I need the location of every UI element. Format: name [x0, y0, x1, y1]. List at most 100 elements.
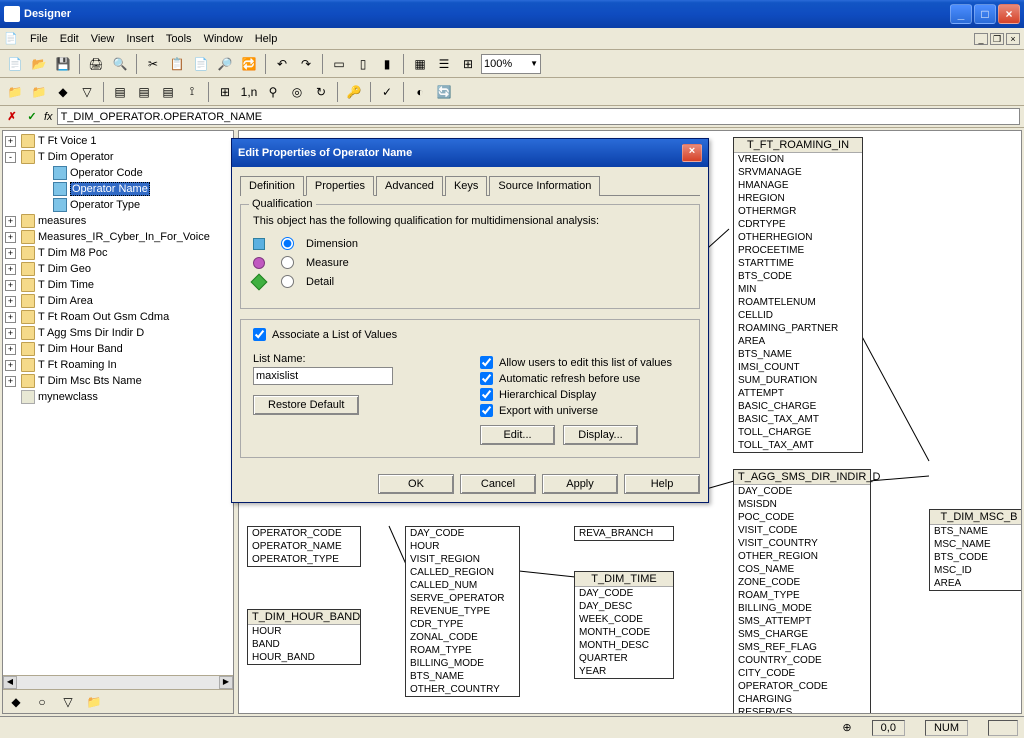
table-column[interactable]: REVENUE_TYPE: [406, 605, 519, 618]
table-column[interactable]: MSISDN: [734, 498, 870, 511]
replace-button[interactable]: 🔁: [238, 53, 260, 75]
table-column[interactable]: VISIT_REGION: [406, 553, 519, 566]
table-roaming-in[interactable]: T_FT_ROAMING_IN VREGIONSRVMANAGEHMANAGEH…: [733, 137, 863, 453]
filter-conditions-icon[interactable]: ▽: [57, 691, 79, 713]
tab-definition[interactable]: Definition: [240, 176, 304, 196]
table-column[interactable]: ZONE_CODE: [734, 576, 870, 589]
tree-expand-icon[interactable]: +: [5, 248, 16, 259]
tree-item[interactable]: +T Ft Roaming In: [5, 357, 231, 373]
tree-item[interactable]: +T Dim Geo: [5, 261, 231, 277]
print-preview-button[interactable]: 🔍: [109, 53, 131, 75]
filter-objects-icon[interactable]: ○: [31, 691, 53, 713]
window-maximize-button[interactable]: □: [974, 4, 996, 24]
tree-expand-icon[interactable]: +: [5, 216, 16, 227]
table-column[interactable]: TOLL_CHARGE: [734, 426, 862, 439]
table-column[interactable]: QUARTER: [575, 652, 673, 665]
table-column[interactable]: TOLL_TAX_AMT: [734, 439, 862, 452]
table-operator[interactable]: OPERATOR_CODEOPERATOR_NAMEOPERATOR_TYPE: [247, 526, 361, 567]
menu-window[interactable]: Window: [198, 31, 249, 47]
insert-derived-button[interactable]: ▤: [133, 81, 155, 103]
table-column[interactable]: HOUR: [406, 540, 519, 553]
menu-help[interactable]: Help: [249, 31, 284, 47]
table-column[interactable]: CDRTYPE: [734, 218, 862, 231]
table-column[interactable]: DAY_CODE: [406, 527, 519, 540]
arrange-button[interactable]: ⊞: [214, 81, 236, 103]
tree-expand-icon[interactable]: +: [5, 264, 16, 275]
mdi-minimize[interactable]: _: [974, 33, 988, 45]
table-column[interactable]: ATTEMPT: [734, 387, 862, 400]
insert-table-button[interactable]: ▤: [109, 81, 131, 103]
table-voice-cols[interactable]: DAY_CODEHOURVISIT_REGIONCALLED_REGIONCAL…: [405, 526, 520, 697]
paste-button[interactable]: 📄: [190, 53, 212, 75]
table-column[interactable]: SRVMANAGE: [734, 166, 862, 179]
formula-input[interactable]: [57, 108, 1020, 125]
menu-file[interactable]: File: [24, 31, 54, 47]
menu-insert[interactable]: Insert: [120, 31, 160, 47]
restore-default-button[interactable]: Restore Default: [253, 395, 359, 415]
detect-contexts-button[interactable]: ◎: [286, 81, 308, 103]
checkbox-associate-lov[interactable]: [253, 328, 266, 341]
table-column[interactable]: MONTH_CODE: [575, 626, 673, 639]
tree-item[interactable]: Operator Type: [5, 197, 231, 213]
table-column[interactable]: ROAM_TYPE: [406, 644, 519, 657]
table-column[interactable]: HMANAGE: [734, 179, 862, 192]
tree-horizontal-scrollbar[interactable]: ◀ ▶: [3, 675, 233, 689]
table-column[interactable]: AREA: [734, 335, 862, 348]
table-column[interactable]: YEAR: [575, 665, 673, 678]
checkbox-hierarchical[interactable]: [480, 388, 493, 401]
query-panel-button[interactable]: ◐: [409, 81, 431, 103]
table-column[interactable]: PROCEETIME: [734, 244, 862, 257]
table-column[interactable]: CALLED_REGION: [406, 566, 519, 579]
table-column[interactable]: MSC_ID: [930, 564, 1022, 577]
list-name-input[interactable]: [253, 367, 393, 385]
table-column[interactable]: MIN: [734, 283, 862, 296]
insert-object-button[interactable]: ◆: [52, 81, 74, 103]
tree-item[interactable]: +T Agg Sms Dir Indir D: [5, 325, 231, 341]
tile-h-button[interactable]: ▯: [352, 53, 374, 75]
checkbox-auto-refresh[interactable]: [480, 372, 493, 385]
tree-item[interactable]: Operator Code: [5, 165, 231, 181]
table-column[interactable]: SMS_REF_FLAG: [734, 641, 870, 654]
table-column[interactable]: VISIT_CODE: [734, 524, 870, 537]
table-column[interactable]: AREA: [930, 577, 1022, 590]
filter-classes-icon[interactable]: ◆: [5, 691, 27, 713]
table-column[interactable]: BASIC_CHARGE: [734, 400, 862, 413]
tree-expand-icon[interactable]: +: [5, 344, 16, 355]
insert-subclass-button[interactable]: 📁: [28, 81, 50, 103]
tree-expand-icon[interactable]: +: [5, 296, 16, 307]
table-column[interactable]: SMS_ATTEMPT: [734, 615, 870, 628]
table-column[interactable]: BILLING_MODE: [406, 657, 519, 670]
table-column[interactable]: WEEK_CODE: [575, 613, 673, 626]
scroll-right-button[interactable]: ▶: [219, 676, 233, 689]
table-column[interactable]: BTS_NAME: [734, 348, 862, 361]
tree-expand-icon[interactable]: -: [5, 152, 16, 163]
apply-button[interactable]: Apply: [542, 474, 618, 494]
tile-v-button[interactable]: ▮: [376, 53, 398, 75]
view-list-button[interactable]: ☰: [433, 53, 455, 75]
tree-item[interactable]: +T Dim Time: [5, 277, 231, 293]
tree-item[interactable]: +T Dim Hour Band: [5, 341, 231, 357]
table-column[interactable]: OTHERMGR: [734, 205, 862, 218]
table-msc-b[interactable]: T_DIM_MSC_B BTS_NAMEMSC_NAMEBTS_CODEMSC_…: [929, 509, 1022, 591]
tree-item[interactable]: +T Dim Area: [5, 293, 231, 309]
table-column[interactable]: SUM_DURATION: [734, 374, 862, 387]
table-column[interactable]: ROAM_TYPE: [734, 589, 870, 602]
tree-item[interactable]: +T Ft Roam Out Gsm Cdma: [5, 309, 231, 325]
parameters-button[interactable]: 🔑: [343, 81, 365, 103]
insert-join-button[interactable]: ⟟: [181, 81, 203, 103]
table-column[interactable]: DAY_DESC: [575, 600, 673, 613]
table-column[interactable]: CELLID: [734, 309, 862, 322]
formula-cancel-button[interactable]: ✗: [4, 109, 20, 125]
table-column[interactable]: BTS_CODE: [930, 551, 1022, 564]
detect-loops-button[interactable]: ↻: [310, 81, 332, 103]
tree-item[interactable]: Operator Name: [5, 181, 231, 197]
tab-source-info[interactable]: Source Information: [489, 176, 600, 196]
table-column[interactable]: OPERATOR_CODE: [734, 680, 870, 693]
menu-tools[interactable]: Tools: [160, 31, 198, 47]
tree-item[interactable]: mynewclass: [5, 389, 231, 405]
dialog-titlebar[interactable]: Edit Properties of Operator Name ×: [232, 139, 708, 167]
mdi-restore[interactable]: ❐: [990, 33, 1004, 45]
tree-item[interactable]: +T Dim Msc Bts Name: [5, 373, 231, 389]
table-column[interactable]: SMS_CHARGE: [734, 628, 870, 641]
window-close-button[interactable]: ×: [998, 4, 1020, 24]
